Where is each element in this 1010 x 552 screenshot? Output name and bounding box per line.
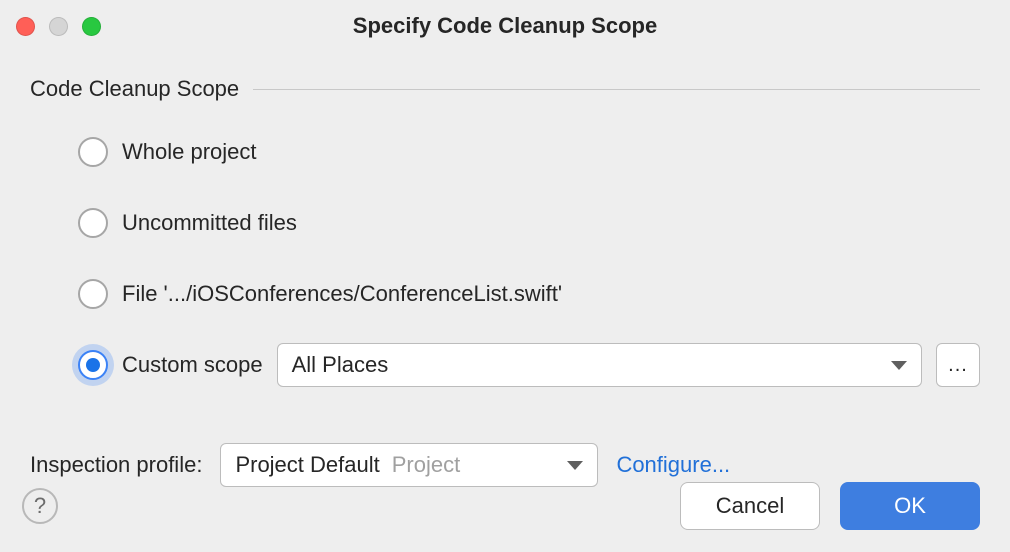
traffic-lights	[16, 17, 101, 36]
radio-row-custom-scope[interactable]: Custom scope All Places ...	[78, 343, 980, 387]
radio-whole-project[interactable]	[78, 137, 108, 167]
scope-combobox-value: All Places	[292, 352, 389, 378]
window-zoom-button[interactable]	[82, 17, 101, 36]
radio-label-uncommitted: Uncommitted files	[122, 210, 297, 236]
radio-label-file: File '.../iOSConferences/ConferenceList.…	[122, 281, 562, 307]
chevron-down-icon	[891, 361, 907, 370]
radio-row-whole-project[interactable]: Whole project	[78, 130, 980, 174]
radio-custom-scope[interactable]	[78, 350, 108, 380]
ellipsis-icon: ...	[948, 354, 968, 377]
radio-label-whole-project: Whole project	[122, 139, 257, 165]
scope-group-title: Code Cleanup Scope	[30, 76, 239, 102]
window-minimize-button[interactable]	[49, 17, 68, 36]
scope-group-header: Code Cleanup Scope	[30, 76, 980, 102]
scope-combobox[interactable]: All Places	[277, 343, 922, 387]
cancel-button[interactable]: Cancel	[680, 482, 820, 530]
radio-uncommitted[interactable]	[78, 208, 108, 238]
cancel-button-label: Cancel	[716, 493, 784, 519]
scope-browse-button[interactable]: ...	[936, 343, 980, 387]
window-title: Specify Code Cleanup Scope	[0, 13, 1010, 39]
ok-button-label: OK	[894, 493, 926, 519]
radio-file[interactable]	[78, 279, 108, 309]
titlebar: Specify Code Cleanup Scope	[0, 0, 1010, 52]
help-button[interactable]: ?	[22, 488, 58, 524]
window-close-button[interactable]	[16, 17, 35, 36]
scope-radio-group: Whole project Uncommitted files File '..…	[30, 130, 980, 387]
radio-row-file[interactable]: File '.../iOSConferences/ConferenceList.…	[78, 272, 980, 316]
divider	[253, 89, 980, 90]
dialog-footer: ? Cancel OK	[0, 464, 1010, 552]
dialog-content: Code Cleanup Scope Whole project Uncommi…	[0, 52, 1010, 487]
radio-row-uncommitted[interactable]: Uncommitted files	[78, 201, 980, 245]
radio-label-custom-scope: Custom scope	[122, 352, 263, 378]
ok-button[interactable]: OK	[840, 482, 980, 530]
help-icon: ?	[34, 493, 46, 519]
